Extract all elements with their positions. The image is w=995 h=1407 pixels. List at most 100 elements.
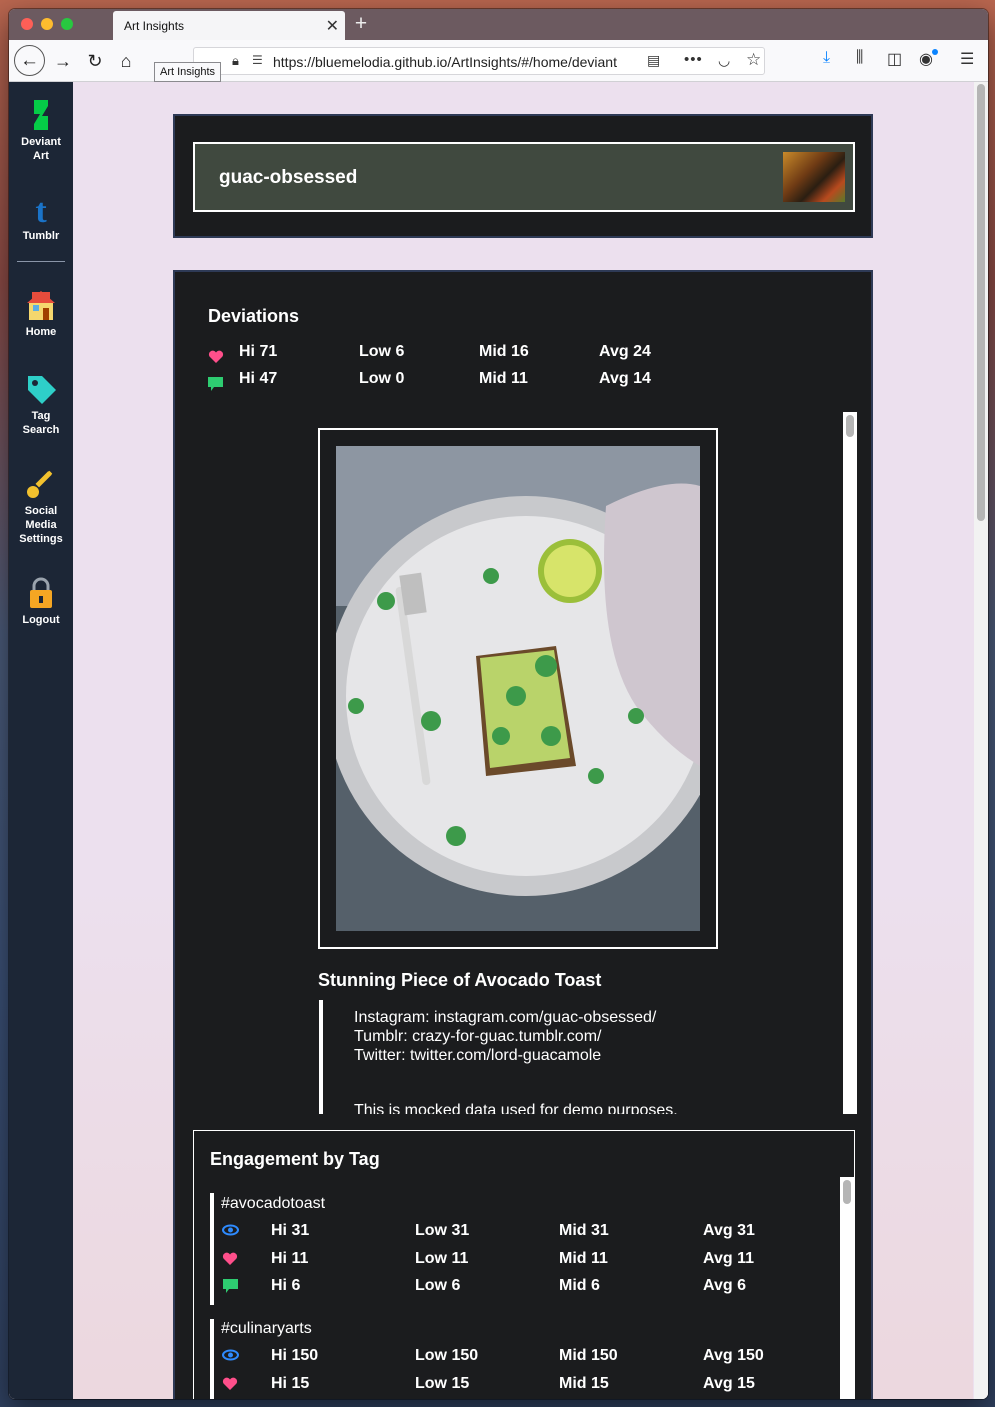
tag-views-low: Low 150 — [415, 1347, 479, 1364]
sidebar-item-label: Media — [25, 519, 57, 531]
forward-button[interactable]: → — [49, 47, 77, 75]
tag-favorites-low: Low 11 — [415, 1250, 469, 1267]
scrollbar-thumb[interactable] — [846, 415, 854, 437]
tag-comments-avg: Avg 6 — [703, 1277, 746, 1294]
tag-name: #avocadotoast — [221, 1195, 326, 1212]
hamburger-menu-icon[interactable]: ☰ — [960, 49, 974, 69]
profile-header-card: guac-obsessed — [173, 114, 873, 238]
address-bar[interactable]: 🔒︎ ☰ https://bluemelodia.github.io/ArtIn… — [193, 47, 765, 75]
tag-views-avg: Avg 150 — [703, 1347, 764, 1364]
url-text[interactable]: https://bluemelodia.github.io/ArtInsight… — [273, 54, 635, 71]
new-tab-button[interactable]: + — [347, 12, 375, 38]
reader-view-icon[interactable]: ▤ — [647, 52, 660, 69]
sidebar-item-label: Art — [33, 150, 49, 162]
description-quote-bar — [319, 1000, 323, 1114]
sidebar-item-logout[interactable]: Logout — [9, 576, 73, 627]
pocket-icon[interactable]: ◡ — [718, 52, 730, 69]
sidebar-item-label: Tumblr — [22, 230, 60, 242]
description-line: This is mocked data used for demo purpos… — [354, 1102, 678, 1114]
sidebar-toggle-icon[interactable]: ◫ — [887, 49, 902, 69]
sidebar-item-deviantart[interactable]: Deviant Art — [9, 98, 73, 163]
downloads-icon[interactable]: ⤓ — [823, 49, 830, 67]
deviation-list-scrollbar[interactable] — [843, 412, 857, 1114]
maximize-window-button[interactable] — [61, 18, 73, 30]
sidebar-item-label: Logout — [22, 614, 60, 626]
scrollbar-thumb[interactable] — [977, 84, 985, 521]
tab-bar: Art Insights ✕ + — [9, 9, 988, 40]
heart-icon — [222, 1377, 238, 1390]
sidebar-item-label: Deviant — [21, 136, 61, 148]
permissions-icon[interactable]: ☰ — [252, 53, 263, 67]
library-icon[interactable]: ⫼ — [856, 49, 863, 67]
back-button[interactable]: ← — [14, 45, 45, 76]
favorites-hi: Hi 71 — [239, 343, 278, 360]
deviantart-icon — [34, 100, 48, 130]
bookmark-star-icon[interactable]: ☆ — [746, 50, 761, 70]
avocado-toast-image — [336, 446, 700, 931]
account-icon[interactable]: ◉ — [919, 49, 933, 69]
sidebar-item-tag-search[interactable]: Tag Search — [9, 372, 73, 437]
svg-text:t: t — [35, 193, 47, 226]
sidebar-item-home[interactable]: Home — [9, 288, 73, 339]
tab-close-icon[interactable]: ✕ — [326, 16, 339, 36]
tag-views-avg: Avg 31 — [703, 1222, 755, 1239]
favorites-mid: Mid 16 — [479, 343, 529, 360]
eye-icon — [222, 1224, 239, 1236]
description-line: Twitter: twitter.com/lord-guacamole — [354, 1047, 602, 1064]
comments-mid: Mid 11 — [479, 370, 528, 387]
avatar[interactable] — [783, 152, 845, 202]
tag-favorites-avg: Avg 15 — [703, 1375, 755, 1392]
sidebar-item-label: Home — [25, 326, 57, 338]
minimize-window-button[interactable] — [41, 18, 53, 30]
tag-views-mid: Mid 150 — [559, 1347, 618, 1364]
lock-icon: 🔒︎ — [232, 53, 239, 68]
tag-icon — [28, 376, 56, 404]
key-icon — [27, 470, 53, 498]
page-actions-icon[interactable]: ••• — [684, 51, 703, 68]
tag-list-scrollbar[interactable] — [840, 1177, 854, 1399]
scrollbar-thumb[interactable] — [843, 1180, 851, 1204]
notification-dot — [932, 49, 938, 55]
page-scrollbar[interactable] — [974, 82, 988, 1399]
tag-name: #culinaryarts — [221, 1320, 312, 1337]
sidebar-item-label: Tag — [31, 410, 51, 422]
tumblr-icon: t — [35, 193, 47, 226]
navigation-bar: ← → ↻ ⌂ Art Insights 🔒︎ ☰ https://blueme… — [9, 40, 988, 82]
house-icon — [27, 291, 55, 320]
comment-icon — [223, 1279, 238, 1293]
browser-tab[interactable]: Art Insights ✕ — [113, 11, 345, 40]
favorites-low: Low 6 — [359, 343, 405, 360]
tag-views-hi: Hi 150 — [271, 1347, 319, 1364]
sidebar-divider — [17, 261, 65, 262]
tag-favorites-avg: Avg 11 — [703, 1250, 754, 1267]
tag-favorites-mid: Mid 15 — [559, 1375, 609, 1392]
sidebar-item-label: Search — [22, 424, 60, 436]
sidebar-item-social-media-settings[interactable]: Social Media Settings — [9, 467, 73, 546]
sidebar-item-label: Settings — [19, 533, 63, 545]
reload-button[interactable]: ↻ — [81, 47, 109, 75]
username: guac-obsessed — [219, 167, 358, 188]
tag-favorites-low: Low 15 — [415, 1375, 470, 1392]
tag-views-mid: Mid 31 — [559, 1222, 609, 1239]
deviation-list[interactable]: Stunning Piece of Avocado Toast Instagra… — [193, 412, 857, 1114]
deviations-title: Deviations — [208, 306, 300, 326]
sidebar-item-tumblr[interactable]: t Tumblr — [9, 192, 73, 243]
tag-favorites-hi: Hi 11 — [271, 1250, 309, 1267]
close-window-button[interactable] — [21, 18, 33, 30]
tag-comments-hi: Hi 6 — [271, 1277, 301, 1294]
tag-favorites-hi: Hi 15 — [271, 1375, 310, 1392]
tag-quote-bar — [210, 1193, 214, 1305]
deviation-title[interactable]: Stunning Piece of Avocado Toast — [318, 970, 601, 991]
eye-icon — [222, 1349, 239, 1361]
home-button[interactable]: ⌂ — [112, 47, 140, 75]
tab-title: Art Insights — [124, 19, 185, 33]
browser-window: Art Insights ✕ + ← → ↻ ⌂ Art Insights 🔒︎… — [9, 9, 988, 1399]
comments-low: Low 0 — [359, 370, 405, 387]
favorites-avg: Avg 24 — [599, 343, 651, 360]
description-line: Tumblr: crazy-for-guac.tumblr.com/ — [354, 1028, 602, 1045]
tag-quote-bar — [210, 1319, 214, 1399]
deviation-image-frame[interactable] — [318, 428, 718, 949]
tag-comments-mid: Mid 6 — [559, 1277, 600, 1294]
tag-views-hi: Hi 31 — [271, 1222, 310, 1239]
heart-icon — [208, 350, 224, 363]
